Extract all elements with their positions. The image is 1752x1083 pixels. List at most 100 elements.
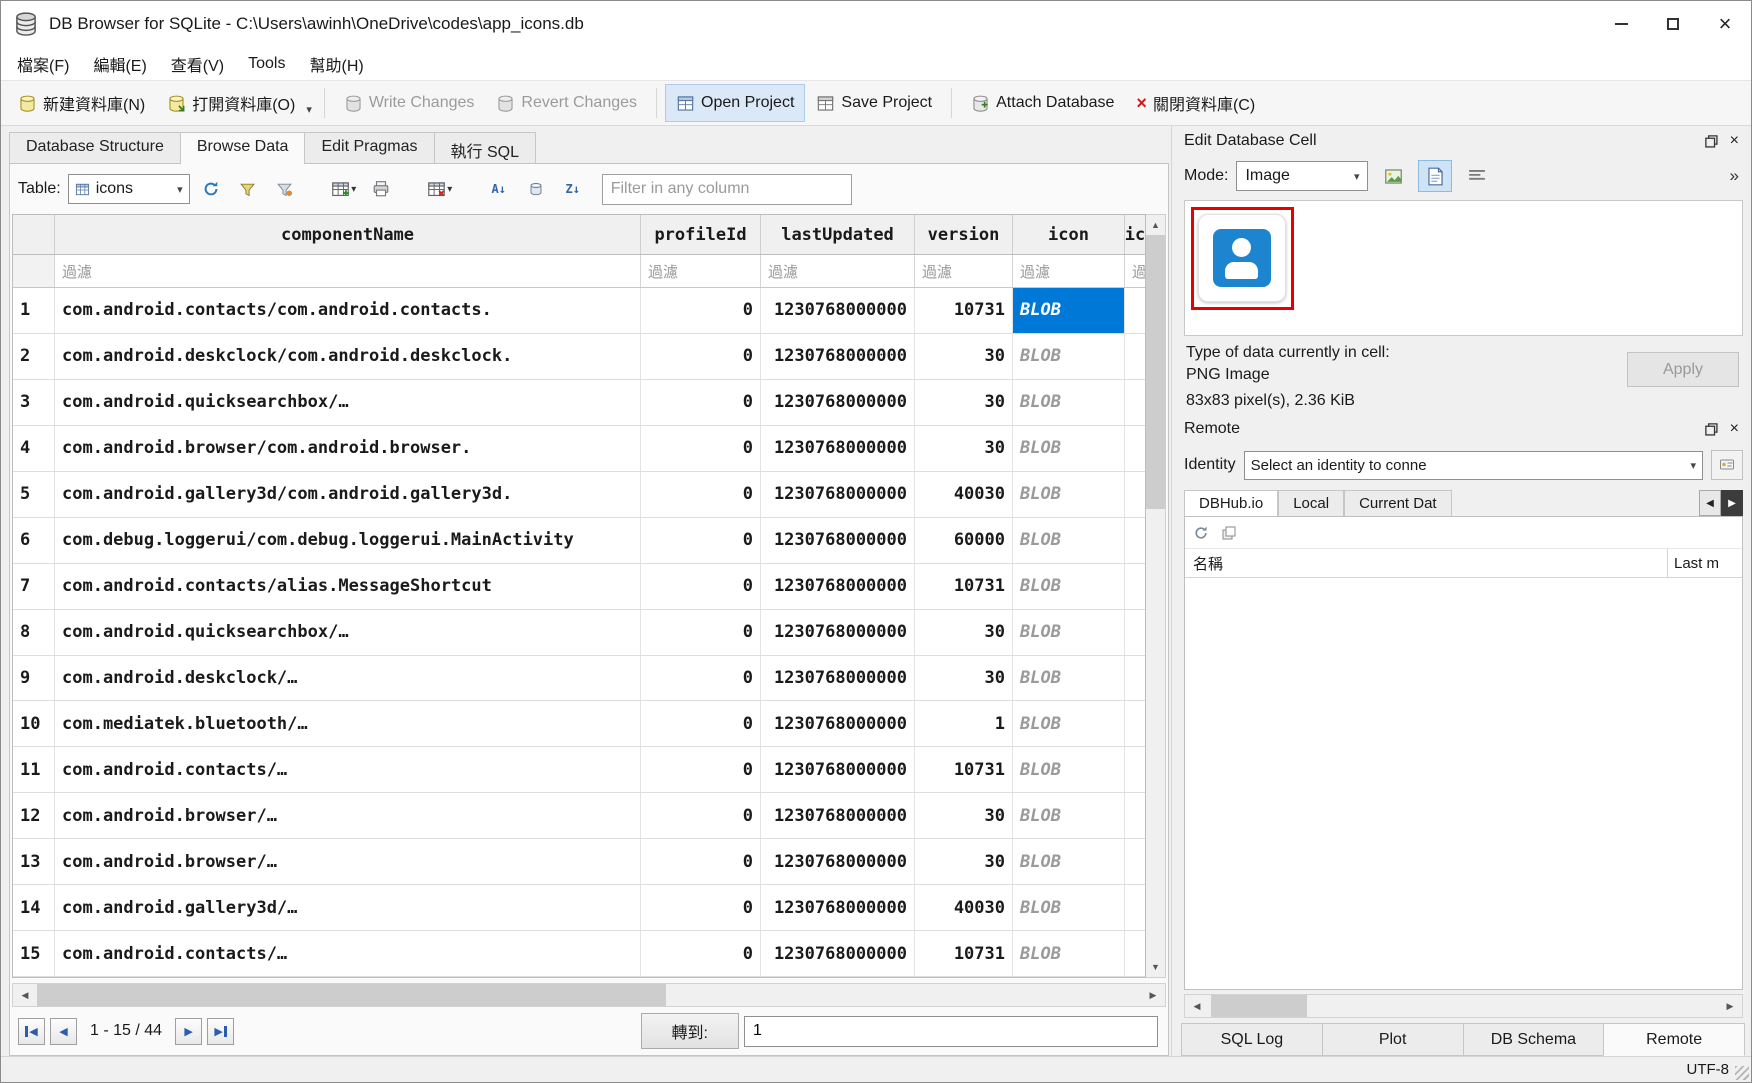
cell-profileid[interactable]: 0 [641, 839, 761, 884]
horizontal-scrollbar[interactable]: ◀ ▶ [12, 983, 1166, 1007]
cell-icon-blob[interactable]: BLOB [1013, 747, 1125, 792]
dittos-button[interactable] [520, 173, 552, 205]
row-number[interactable]: 6 [13, 518, 55, 563]
cell-overflow[interactable] [1125, 793, 1145, 838]
cell-componentname[interactable]: com.android.browser/com.android.browser. [55, 426, 641, 471]
close-dock-button[interactable]: × [1730, 132, 1739, 150]
vertical-scroll-track[interactable] [1146, 509, 1165, 957]
cell-lastupdated[interactable]: 1230768000000 [761, 426, 915, 471]
cell-icon-blob[interactable]: BLOB [1013, 610, 1125, 655]
close-database-button[interactable]: × 關閉資料庫(C) [1125, 84, 1266, 122]
next-page-button[interactable]: ▶ [175, 1018, 202, 1045]
cell-componentname[interactable]: com.android.contacts/… [55, 931, 641, 976]
main-tab[interactable]: Browse Data [180, 132, 306, 164]
column-header-profileid[interactable]: profileId [641, 215, 761, 254]
open-database-button[interactable]: 打開資料庫(O) [156, 84, 306, 122]
horizontal-scroll-thumb[interactable] [37, 984, 666, 1006]
filter-icon[interactable]: 過濾 [1013, 255, 1125, 287]
remote-tab[interactable]: Current Dat [1344, 490, 1452, 516]
tab-scroll-right-button[interactable]: ▶ [1721, 490, 1743, 516]
cell-componentname[interactable]: com.debug.loggerui/com.debug.loggerui.Ma… [55, 518, 641, 563]
cell-profileid[interactable]: 0 [641, 472, 761, 517]
cell-overflow[interactable] [1125, 610, 1145, 655]
remote-scroll-thumb[interactable] [1211, 995, 1307, 1017]
refresh-button[interactable] [195, 173, 227, 205]
sort-descending-button[interactable]: Z↓ [557, 173, 589, 205]
cell-componentname[interactable]: com.mediatek.bluetooth/… [55, 701, 641, 746]
table-select[interactable]: icons ▾ [68, 174, 190, 204]
row-number[interactable]: 1 [13, 288, 55, 333]
write-changes-button[interactable]: Write Changes [333, 84, 486, 122]
cell-version[interactable]: 1 [915, 701, 1013, 746]
column-header-componentname[interactable]: componentName [55, 215, 641, 254]
vertical-scrollbar[interactable]: ▲ ▼ [1146, 214, 1166, 978]
apply-button[interactable]: Apply [1627, 352, 1739, 387]
cell-icon-blob[interactable]: BLOB [1013, 931, 1125, 976]
new-database-button[interactable]: 新建資料庫(N) [7, 84, 156, 122]
cell-profileid[interactable]: 0 [641, 334, 761, 379]
remote-refresh-button[interactable] [1193, 525, 1209, 541]
dock-tab[interactable]: Remote [1603, 1023, 1745, 1056]
close-button[interactable]: × [1699, 1, 1751, 47]
cell-icon-blob[interactable]: BLOB [1013, 472, 1125, 517]
cell-lastupdated[interactable]: 1230768000000 [761, 747, 915, 792]
close-dock-button[interactable]: × [1730, 420, 1739, 438]
identity-select[interactable]: Select an identity to conne ▾ [1244, 451, 1703, 480]
cell-profileid[interactable]: 0 [641, 656, 761, 701]
print-button[interactable] [365, 173, 397, 205]
cell-overflow[interactable] [1125, 380, 1145, 425]
row-number[interactable]: 12 [13, 793, 55, 838]
cell-icon-blob[interactable]: BLOB [1013, 885, 1125, 930]
edit-cell-text-button[interactable] [1418, 160, 1452, 192]
column-header-lastupdated[interactable]: lastUpdated [761, 215, 915, 254]
cell-overflow[interactable] [1125, 426, 1145, 471]
cell-lastupdated[interactable]: 1230768000000 [761, 518, 915, 563]
row-number[interactable]: 2 [13, 334, 55, 379]
cell-lastupdated[interactable]: 1230768000000 [761, 564, 915, 609]
cell-icon-blob[interactable]: BLOB [1013, 793, 1125, 838]
cell-lastupdated[interactable]: 1230768000000 [761, 334, 915, 379]
filter-lastupdated[interactable]: 過濾 [761, 255, 915, 287]
cell-lastupdated[interactable]: 1230768000000 [761, 701, 915, 746]
remote-tab[interactable]: DBHub.io [1184, 490, 1278, 516]
cell-componentname[interactable]: com.android.gallery3d/… [55, 885, 641, 930]
menu-item[interactable]: 檔案(F) [5, 47, 81, 81]
cell-profileid[interactable]: 0 [641, 701, 761, 746]
cell-version[interactable]: 10731 [915, 747, 1013, 792]
cell-overflow[interactable] [1125, 472, 1145, 517]
cell-version[interactable]: 10731 [915, 931, 1013, 976]
cell-version[interactable]: 60000 [915, 518, 1013, 563]
overflow-chevron-button[interactable]: » [1730, 166, 1743, 186]
cell-lastupdated[interactable]: 1230768000000 [761, 885, 915, 930]
scroll-left-button[interactable]: ◀ [1185, 995, 1209, 1017]
menu-item[interactable]: 編輯(E) [81, 47, 158, 81]
clear-filters-button[interactable] [232, 173, 264, 205]
float-dock-button[interactable] [1705, 423, 1718, 436]
cell-lastupdated[interactable]: 1230768000000 [761, 610, 915, 655]
menu-item[interactable]: Tools [236, 50, 297, 78]
resize-grip[interactable] [1735, 1066, 1749, 1080]
cell-icon-blob[interactable]: BLOB [1013, 334, 1125, 379]
cell-overflow[interactable] [1125, 701, 1145, 746]
cell-componentname[interactable]: com.android.deskclock/com.android.deskcl… [55, 334, 641, 379]
cell-componentname[interactable]: com.android.browser/… [55, 839, 641, 884]
scroll-left-button[interactable]: ◀ [13, 984, 37, 1006]
cell-version[interactable]: 30 [915, 793, 1013, 838]
cell-componentname[interactable]: com.android.deskclock/… [55, 656, 641, 701]
cell-icon-blob[interactable]: BLOB [1013, 288, 1125, 333]
remote-horizontal-scrollbar[interactable]: ◀ ▶ [1184, 994, 1743, 1018]
scroll-up-button[interactable]: ▲ [1146, 215, 1165, 235]
cell-lastupdated[interactable]: 1230768000000 [761, 839, 915, 884]
cell-profileid[interactable]: 0 [641, 885, 761, 930]
scroll-right-button[interactable]: ▶ [1141, 984, 1165, 1006]
row-number[interactable]: 3 [13, 380, 55, 425]
preview-image[interactable] [1198, 214, 1286, 302]
filter-any-column-input[interactable] [602, 174, 852, 205]
row-number[interactable]: 9 [13, 656, 55, 701]
row-number[interactable]: 4 [13, 426, 55, 471]
row-number[interactable]: 8 [13, 610, 55, 655]
remote-clone-button[interactable] [1221, 525, 1237, 541]
cell-version[interactable]: 10731 [915, 288, 1013, 333]
cell-profileid[interactable]: 0 [641, 380, 761, 425]
remote-tab[interactable]: Local [1278, 490, 1344, 516]
